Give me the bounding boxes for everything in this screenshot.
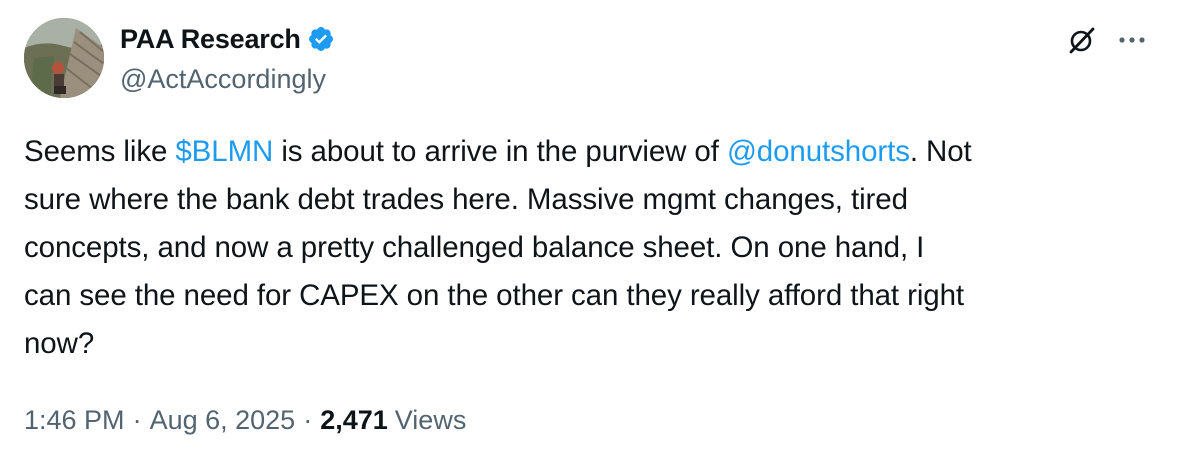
avatar-photo [24, 18, 104, 98]
author-name-row: PAA Research [120, 22, 335, 56]
tweet-time[interactable]: 1:46 PM [24, 402, 125, 438]
separator: · [132, 405, 142, 435]
text-segment: Seems like [24, 135, 176, 168]
separator: · [303, 405, 313, 435]
cashtag-link[interactable]: $BLMN [175, 135, 273, 168]
tweet-text-line: sure where the bank debt trades here. Ma… [24, 183, 908, 216]
grok-slash-icon [1069, 27, 1095, 54]
avatar[interactable] [24, 18, 104, 98]
verified-badge-icon[interactable] [307, 25, 335, 53]
tweet-text-line: now? [24, 327, 95, 360]
more-options-button[interactable] [1114, 22, 1150, 58]
more-horizontal-icon [1119, 37, 1145, 43]
views-count[interactable]: 2,471 [320, 402, 388, 438]
tweet-card: PAA Research @ActAccordingly Seems like … [0, 0, 1180, 464]
author-display-name[interactable]: PAA Research [120, 22, 301, 56]
mention-link[interactable]: @donutshorts [727, 135, 910, 168]
tweet-text-line: can see the need for CAPEX on the other … [24, 279, 965, 312]
tweet-text-line: Seems like $BLMN is about to arrive in t… [24, 128, 1159, 176]
tweet-date[interactable]: Aug 6, 2025 [150, 402, 296, 438]
tweet-metadata: 1:46 PM · Aug 6, 2025 · 2,471 Views [24, 402, 466, 438]
text-segment: is about to arrive in the purview of [273, 135, 727, 168]
author-handle[interactable]: @ActAccordingly [120, 62, 326, 96]
tweet-text-line: concepts, and now a pretty challenged ba… [24, 231, 925, 264]
grok-button[interactable] [1064, 22, 1100, 58]
tweet-text: Seems like $BLMN is about to arrive in t… [24, 128, 1159, 368]
text-segment: . Not [909, 135, 972, 168]
views-label: Views [394, 405, 467, 435]
